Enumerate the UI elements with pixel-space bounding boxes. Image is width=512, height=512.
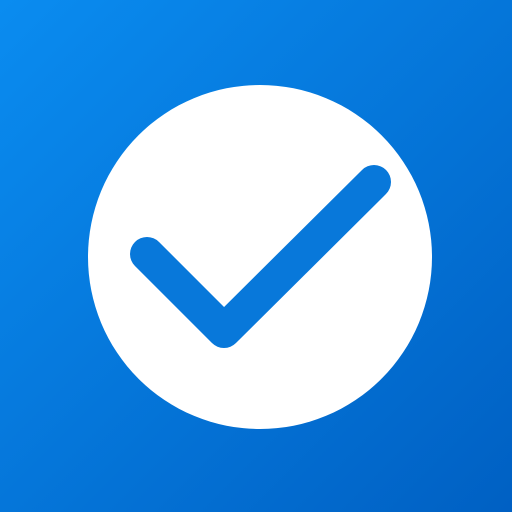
app-icon-graphic: [0, 0, 512, 512]
app-icon: [0, 0, 512, 512]
